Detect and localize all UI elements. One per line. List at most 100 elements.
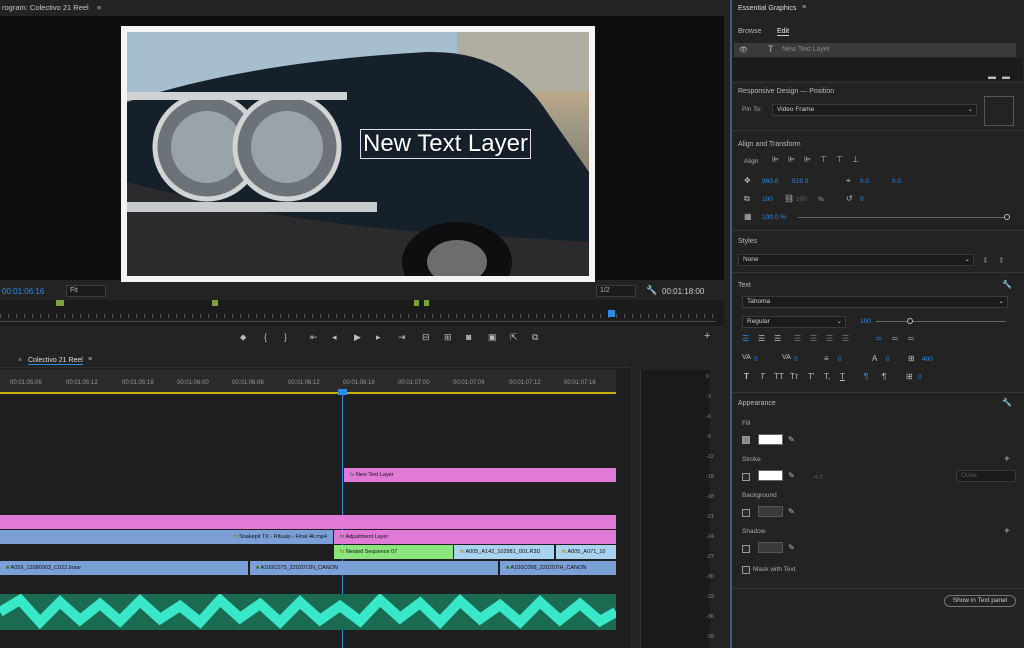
add-marker-icon[interactable]: ⬥ [240, 332, 246, 343]
faux-italic-icon[interactable]: T [760, 372, 765, 381]
mark-in-icon[interactable]: { [264, 332, 267, 342]
align-left-icon[interactable]: ⊫ [772, 155, 779, 164]
marker[interactable] [56, 300, 64, 306]
justify-right-icon[interactable]: ☰ [826, 334, 833, 343]
background-checkbox[interactable] [742, 509, 750, 517]
font-size-slider[interactable] [876, 321, 1006, 322]
insert-icon[interactable]: ⇱ [510, 332, 518, 343]
go-to-out-icon[interactable]: ⇥ [398, 332, 406, 343]
rotation-value[interactable]: 0 [860, 196, 864, 203]
eyedropper-icon[interactable]: ✎ [788, 435, 795, 444]
go-to-in-icon[interactable]: ⇤ [310, 332, 318, 343]
align-bottom-text-icon[interactable]: ═ [908, 334, 914, 343]
new-layer-icon[interactable]: ▬ [1002, 72, 1010, 81]
add-button-icon[interactable]: + [704, 330, 710, 342]
lift-icon[interactable]: ⊟ [422, 332, 430, 343]
pin-edges-widget[interactable] [984, 96, 1014, 126]
text-layer-overlay[interactable]: New Text Layer [360, 129, 531, 159]
clip-a100c075[interactable]: ■ A100C075_2202072N_CANON [250, 561, 498, 575]
fill-color-swatch[interactable] [758, 434, 783, 445]
eyedropper-icon[interactable]: ✎ [788, 471, 795, 480]
faux-bold-icon[interactable]: T [744, 372, 749, 381]
marker[interactable] [212, 300, 218, 306]
playhead-marker[interactable] [608, 310, 615, 317]
align-right-icon[interactable]: ⊫ [804, 155, 811, 164]
justify-left-icon[interactable]: ☰ [794, 334, 801, 343]
shadow-checkbox[interactable] [742, 545, 750, 553]
anchor-x[interactable]: 0.0 [860, 178, 869, 185]
eg-menu-icon[interactable]: ≡ [802, 4, 806, 11]
eyedropper-icon[interactable]: ✎ [788, 507, 795, 516]
layer-row[interactable]: 👁 T New Text Layer [734, 43, 1016, 57]
timeline-ruler[interactable]: 00:01:05:06 00:01:05:12 00:01:05:18 00:0… [0, 370, 616, 394]
playhead-timecode[interactable]: 00:01:06:16 [2, 287, 44, 296]
export-frame-icon[interactable]: ◙ [466, 332, 471, 342]
anchor-y[interactable]: 0.0 [892, 178, 901, 185]
eyedropper-icon[interactable]: ✎ [788, 543, 795, 552]
clip-nested-sequence[interactable]: fx Nested Sequence 07 [334, 545, 453, 559]
play-icon[interactable]: ▶ [354, 332, 361, 343]
opacity-value[interactable]: 100.0 % [762, 214, 786, 221]
resolution-dropdown[interactable]: 1/2 [596, 285, 636, 297]
baseline-value[interactable]: 0 [886, 356, 890, 363]
monitor-timebar[interactable] [0, 300, 724, 326]
layer-name[interactable]: New Text Layer [782, 46, 830, 53]
scale-width[interactable]: 100 [762, 196, 773, 203]
opacity-slider-handle[interactable] [1004, 214, 1010, 220]
panel-menu-icon[interactable]: ≡ [97, 3, 101, 12]
tab-colectivo-reel[interactable]: Colectivo 21 Reel [28, 357, 83, 365]
leading-value[interactable]: 0 [838, 356, 842, 363]
mark-out-icon[interactable]: } [284, 332, 287, 342]
subscript-icon[interactable]: T, [824, 372, 830, 381]
add-stroke-icon[interactable]: + [1004, 454, 1010, 465]
kerning-value[interactable]: 0 [754, 356, 758, 363]
comparison-view-icon[interactable]: ▣ [488, 332, 497, 343]
overwrite-icon[interactable]: ⧉ [532, 332, 538, 343]
eye-icon[interactable]: 👁 [739, 46, 748, 54]
justify-all-icon[interactable]: ☰ [842, 334, 849, 343]
align-top-text-icon[interactable]: ═ [876, 334, 882, 343]
extract-icon[interactable]: ⊞ [444, 332, 452, 343]
tab-edit[interactable]: Edit [777, 28, 790, 36]
background-color-swatch[interactable] [758, 506, 783, 517]
playhead-handle[interactable] [338, 389, 347, 395]
fill-checkbox[interactable] [742, 436, 750, 444]
step-forward-icon[interactable]: ▸ [376, 332, 381, 343]
font-style-dropdown[interactable]: Regular ⌄ [742, 316, 846, 328]
add-shadow-icon[interactable]: + [1004, 526, 1010, 537]
wrench-icon[interactable]: 🔧 [1002, 280, 1012, 289]
audio-clip-waveform[interactable] [0, 592, 619, 630]
stroke-color-swatch[interactable] [758, 470, 783, 481]
stroke-checkbox[interactable] [742, 473, 750, 481]
close-tab-icon[interactable]: × [18, 357, 22, 364]
mask-checkbox[interactable] [742, 566, 750, 574]
new-folder-icon[interactable]: ▬ [988, 72, 996, 81]
font-size-value[interactable]: 100 [860, 318, 871, 325]
all-caps-icon[interactable]: TT [774, 372, 784, 381]
align-text-center-icon[interactable]: ☰ [758, 334, 765, 343]
wrench-icon[interactable]: 🔧 [646, 285, 657, 296]
ltr-icon[interactable]: ¶ [864, 372, 868, 381]
position-x[interactable]: 960.0 [762, 178, 778, 185]
clip-pink-track[interactable] [0, 515, 616, 529]
small-caps-icon[interactable]: Tт [790, 372, 799, 381]
pin-to-dropdown[interactable]: Video Frame ⌄ [772, 104, 977, 116]
font-dropdown[interactable]: Tahoma ⌄ [742, 296, 1008, 308]
marker[interactable] [424, 300, 429, 306]
align-text-left-icon[interactable]: ☰ [742, 334, 749, 343]
fit-dropdown[interactable]: Fit [66, 285, 106, 297]
underline-icon[interactable]: T [840, 372, 845, 381]
tsume-value[interactable]: 400 [922, 356, 933, 363]
clip-snakepit[interactable]: fx Snakepit TX - Rituals - Final 4k.mp4 [0, 530, 333, 544]
indent-value[interactable]: 0 [918, 374, 922, 381]
clip-new-text-layer[interactable]: fx New Text Layer [344, 468, 616, 482]
align-top-icon[interactable]: ⊤ [820, 155, 827, 164]
timeline-menu-icon[interactable]: ≡ [88, 356, 92, 363]
clip-adjustment-layer[interactable]: fx Adjustment Layer [334, 530, 616, 544]
wrench-icon[interactable]: 🔧 [1002, 398, 1012, 407]
link-icon[interactable]: ⛓ [784, 194, 794, 203]
show-in-text-panel-button[interactable]: Show in Text panel [944, 595, 1016, 607]
position-y[interactable]: 519.0 [792, 178, 808, 185]
opacity-slider[interactable] [798, 217, 1008, 218]
clip-a100c098[interactable]: ■ A100C098_220207IH_CANON [500, 561, 616, 575]
